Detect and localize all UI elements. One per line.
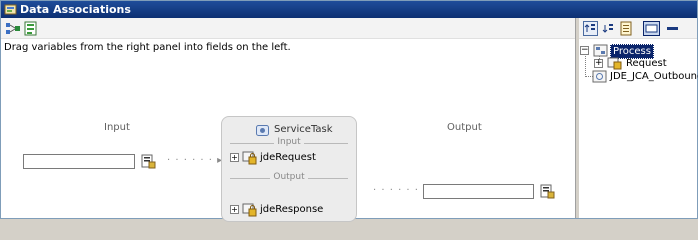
sort-descending-icon[interactable] xyxy=(601,21,616,36)
variable-lock-icon xyxy=(607,57,622,70)
input-expression-field[interactable] xyxy=(23,154,135,169)
tree-node-process[interactable]: − Process xyxy=(580,44,697,59)
variables-toolbar xyxy=(579,18,697,39)
mapping-panel: Drag variables from the right panel into… xyxy=(1,18,575,222)
output-mapping-arrow: · · · · · · ▸ xyxy=(373,185,430,196)
window-title: Data Associations xyxy=(20,3,131,16)
task-output-section-label: Output xyxy=(222,172,356,182)
output-variable-name: jdeResponse xyxy=(260,204,324,215)
expand-icon[interactable]: + xyxy=(230,153,239,162)
sort-ascending-icon[interactable] xyxy=(583,21,598,36)
input-column-label: Input xyxy=(104,122,130,133)
service-task-icon xyxy=(256,125,269,136)
tree-label-jde-jca-outbound[interactable]: JDE_JCA_Outbound xyxy=(608,70,698,83)
service-icon xyxy=(592,70,607,83)
variables-panel: − Process + Request JDE_JCA_Outbound xyxy=(579,18,698,218)
process-icon xyxy=(593,44,608,57)
expand-icon[interactable]: + xyxy=(230,205,239,214)
expression-builder-icon[interactable] xyxy=(141,154,156,169)
expression-builder-icon[interactable] xyxy=(23,21,39,36)
expression-builder-icon[interactable] xyxy=(540,184,555,199)
output-expression-field[interactable] xyxy=(423,184,534,199)
tree-node-request[interactable]: + Request xyxy=(594,57,697,70)
properties-icon[interactable] xyxy=(619,21,634,36)
title-bar: Data Associations xyxy=(1,1,697,18)
variable-lock-icon xyxy=(242,151,257,165)
task-input-variable-row[interactable]: + jdeRequest xyxy=(230,151,350,165)
view-mode-icon[interactable] xyxy=(643,21,660,36)
tree-label-request[interactable]: Request xyxy=(624,57,669,70)
output-column-label: Output xyxy=(447,122,482,133)
data-associations-icon xyxy=(4,4,17,15)
service-task-title: ServiceTask xyxy=(274,124,333,135)
data-associations-window: Data Associations Drag variables from th… xyxy=(0,0,698,222)
mapping-toolbar xyxy=(1,18,575,39)
tree-node-jde-jca-outbound[interactable]: JDE_JCA_Outbound xyxy=(592,70,698,83)
auto-map-icon[interactable] xyxy=(5,21,21,36)
instructions-text: Drag variables from the right panel into… xyxy=(4,42,291,53)
expand-icon[interactable]: + xyxy=(594,59,603,68)
service-task-box: ServiceTask Input + jdeRequest Output + xyxy=(221,116,357,222)
task-input-section-label: Input xyxy=(222,137,356,147)
collapse-icon[interactable]: − xyxy=(580,46,589,55)
input-mapping-arrow: · · · · · · ▸ xyxy=(167,155,224,166)
task-output-variable-row[interactable]: + jdeResponse xyxy=(230,203,350,217)
input-variable-name: jdeRequest xyxy=(260,152,316,163)
variable-lock-icon xyxy=(242,203,257,217)
collapse-all-icon[interactable] xyxy=(665,21,680,36)
